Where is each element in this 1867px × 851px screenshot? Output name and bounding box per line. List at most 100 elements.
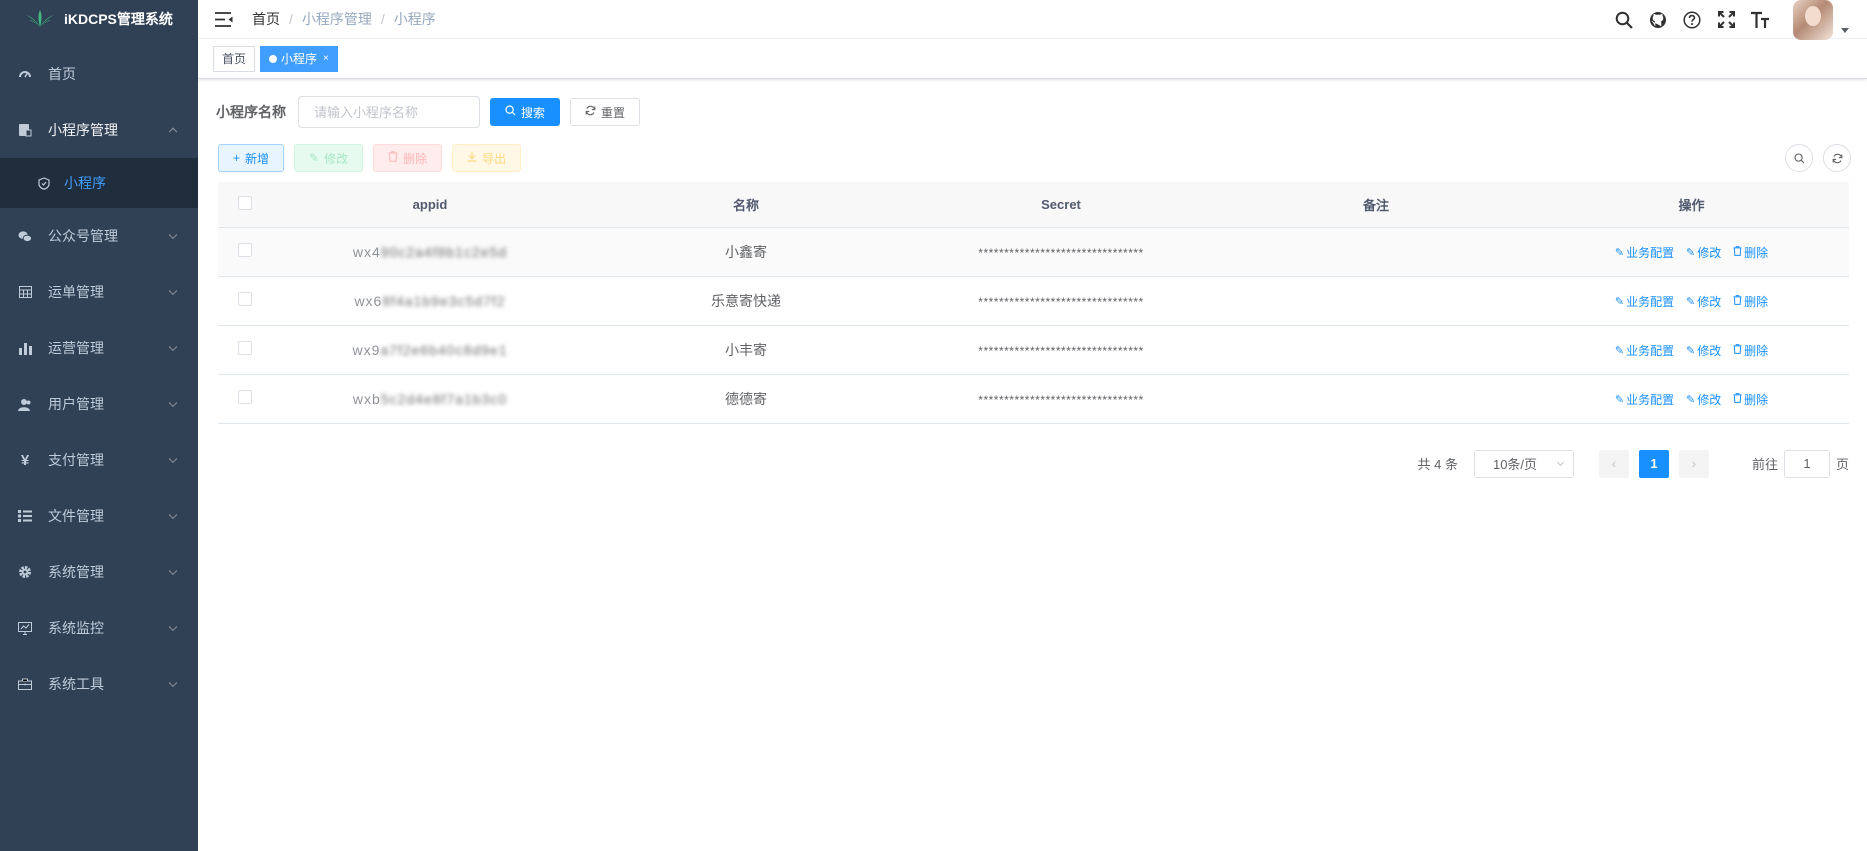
refresh-button[interactable] xyxy=(1823,144,1851,172)
edit-link-label: 修改 xyxy=(1697,294,1722,309)
reset-button-label: 重置 xyxy=(601,105,626,120)
pagination: 共 4 条 10条/页 ‹ 1 › 前往 页 xyxy=(1417,449,1849,478)
tag-home[interactable]: 首页 xyxy=(213,45,256,72)
table-row: wx9a7f2e6b40c8d9e1 小丰寄 *****************… xyxy=(218,325,1849,375)
font-size-icon[interactable] xyxy=(1749,9,1771,31)
actions-cell: ✎ 业务配置 ✎ 修改 删除 xyxy=(1534,276,1849,326)
select-all-checkbox[interactable] xyxy=(238,195,252,210)
trash-icon xyxy=(388,151,398,165)
search-icon[interactable] xyxy=(1613,9,1635,31)
sidebar-item-file-mgmt[interactable]: 文件管理 xyxy=(0,488,198,544)
sidebar-item-system-tools[interactable]: 系统工具 xyxy=(0,656,198,712)
appid-cell: wxb5c2d4e8f7a1b3c0 xyxy=(272,374,588,424)
add-button[interactable]: + 新增 xyxy=(218,144,285,172)
edit-button[interactable]: ✎ 修改 xyxy=(294,144,364,172)
avatar[interactable] xyxy=(1793,0,1833,40)
delete-button[interactable]: 删除 xyxy=(373,144,443,172)
pagination-total: 共 4 条 xyxy=(1417,457,1458,472)
miniprogram-name-input[interactable] xyxy=(298,96,480,128)
sidebar-item-system-monitor[interactable]: 系统监控 xyxy=(0,600,198,656)
delete-link[interactable]: 删除 xyxy=(1733,293,1768,310)
question-icon[interactable] xyxy=(1681,9,1703,31)
delete-link[interactable]: 删除 xyxy=(1733,244,1768,261)
toolbar: + 新增 ✎ 修改 删除 导出 xyxy=(198,144,1867,172)
sidebar-item-miniprogram-mgmt[interactable]: 小程序管理 xyxy=(0,102,198,158)
tag-miniprogram[interactable]: 小程序 × xyxy=(260,45,338,72)
goto-page-input[interactable] xyxy=(1783,449,1830,478)
appid-masked: 5c2d4e8f7a1b3c0 xyxy=(380,390,508,407)
reset-button[interactable]: 重置 xyxy=(570,98,641,126)
secret-value: ******************************** xyxy=(978,343,1144,358)
sidebar-item-home[interactable]: 首页 xyxy=(0,46,198,102)
select-all-cell xyxy=(218,182,272,228)
edit-icon: ✎ xyxy=(1614,393,1625,406)
monitor-icon xyxy=(18,621,32,635)
caret-down-icon[interactable] xyxy=(1841,28,1849,33)
row-checkbox[interactable] xyxy=(238,292,252,306)
sidebar-item-wechat-mgmt[interactable]: 公众号管理 xyxy=(0,208,198,264)
sidebar-item-label: 公众号管理 xyxy=(48,228,118,244)
tag-label: 小程序 xyxy=(281,51,318,66)
secret-cell: ******************************** xyxy=(904,374,1218,424)
row-checkbox[interactable] xyxy=(238,341,252,355)
close-icon[interactable]: × xyxy=(323,47,329,71)
config-link[interactable]: ✎ 业务配置 xyxy=(1615,342,1674,359)
edit-link[interactable]: ✎ 修改 xyxy=(1686,391,1721,408)
right-toolbar xyxy=(1775,144,1851,172)
github-icon[interactable] xyxy=(1647,9,1669,31)
config-link[interactable]: ✎ 业务配置 xyxy=(1615,244,1674,261)
sidebar-item-operation-mgmt[interactable]: 运营管理 xyxy=(0,320,198,376)
name-cell: 小丰寄 xyxy=(588,325,904,375)
row-checkbox[interactable] xyxy=(238,243,252,257)
delete-link[interactable]: 删除 xyxy=(1733,342,1768,359)
delete-link[interactable]: 删除 xyxy=(1733,391,1768,408)
hamburger-icon[interactable] xyxy=(214,9,234,29)
trash-icon xyxy=(1733,392,1742,406)
search-button[interactable]: 搜索 xyxy=(490,98,561,126)
config-link-label: 业务配置 xyxy=(1626,343,1675,358)
page-size-select[interactable]: 10条/页 xyxy=(1473,449,1574,478)
edit-link[interactable]: ✎ 修改 xyxy=(1686,244,1721,261)
chevron-down-icon xyxy=(168,342,178,352)
search-label: 小程序名称 xyxy=(216,104,286,120)
delete-link-label: 删除 xyxy=(1744,245,1769,260)
page-number-button[interactable]: 1 xyxy=(1638,449,1669,478)
column-header-remark: 备注 xyxy=(1218,182,1534,228)
breadcrumb-item-miniprogram: 小程序 xyxy=(393,11,436,27)
search-form: 小程序名称 搜索 重置 xyxy=(198,96,1867,128)
next-page-button[interactable]: › xyxy=(1678,449,1709,478)
logo[interactable]: iKDCPS管理系统 xyxy=(0,0,198,38)
config-link-label: 业务配置 xyxy=(1626,245,1675,260)
config-link[interactable]: ✎ 业务配置 xyxy=(1615,293,1674,310)
appid-masked: 90c2a4f8b1c2e5d xyxy=(380,243,508,260)
export-button[interactable]: 导出 xyxy=(452,144,522,172)
edit-link[interactable]: ✎ 修改 xyxy=(1686,342,1721,359)
breadcrumb-separator: / xyxy=(380,11,385,27)
fullscreen-icon[interactable] xyxy=(1715,9,1737,31)
search-icon xyxy=(505,105,516,119)
row-select-cell xyxy=(218,227,272,277)
sidebar-item-payment-mgmt[interactable]: ¥ 支付管理 xyxy=(0,432,198,488)
refresh-icon xyxy=(1832,153,1842,163)
sidebar-subitem-miniprogram[interactable]: 小程序 xyxy=(0,158,198,208)
name-cell: 小鑫寄 xyxy=(588,227,904,277)
sidebar-item-waybill-mgmt[interactable]: 运单管理 xyxy=(0,264,198,320)
appid-cell: wx9a7f2e6b40c8d9e1 xyxy=(272,325,588,375)
breadcrumb-item-home[interactable]: 首页 xyxy=(252,9,280,29)
column-header-actions: 操作 xyxy=(1534,182,1849,228)
edit-link-label: 修改 xyxy=(1697,392,1722,407)
prev-page-button[interactable]: ‹ xyxy=(1598,449,1629,478)
gear-icon xyxy=(18,565,32,579)
sidebar-subitem-label: 小程序 xyxy=(64,175,106,191)
row-select-cell xyxy=(218,325,272,375)
row-checkbox[interactable] xyxy=(238,390,252,404)
appid-value: wx9a7f2e6b40c8d9e1 xyxy=(352,342,507,358)
appid-cell: wx490c2a4f8b1c2e5d xyxy=(272,227,588,277)
sidebar-item-label: 系统监控 xyxy=(48,620,104,636)
edit-link[interactable]: ✎ 修改 xyxy=(1686,293,1721,310)
config-link[interactable]: ✎ 业务配置 xyxy=(1615,391,1674,408)
sidebar-item-system-mgmt[interactable]: 系统管理 xyxy=(0,544,198,600)
sidebar-item-user-mgmt[interactable]: 用户管理 xyxy=(0,376,198,432)
column-header-secret: Secret xyxy=(904,182,1218,228)
toggle-search-button[interactable] xyxy=(1785,144,1813,172)
